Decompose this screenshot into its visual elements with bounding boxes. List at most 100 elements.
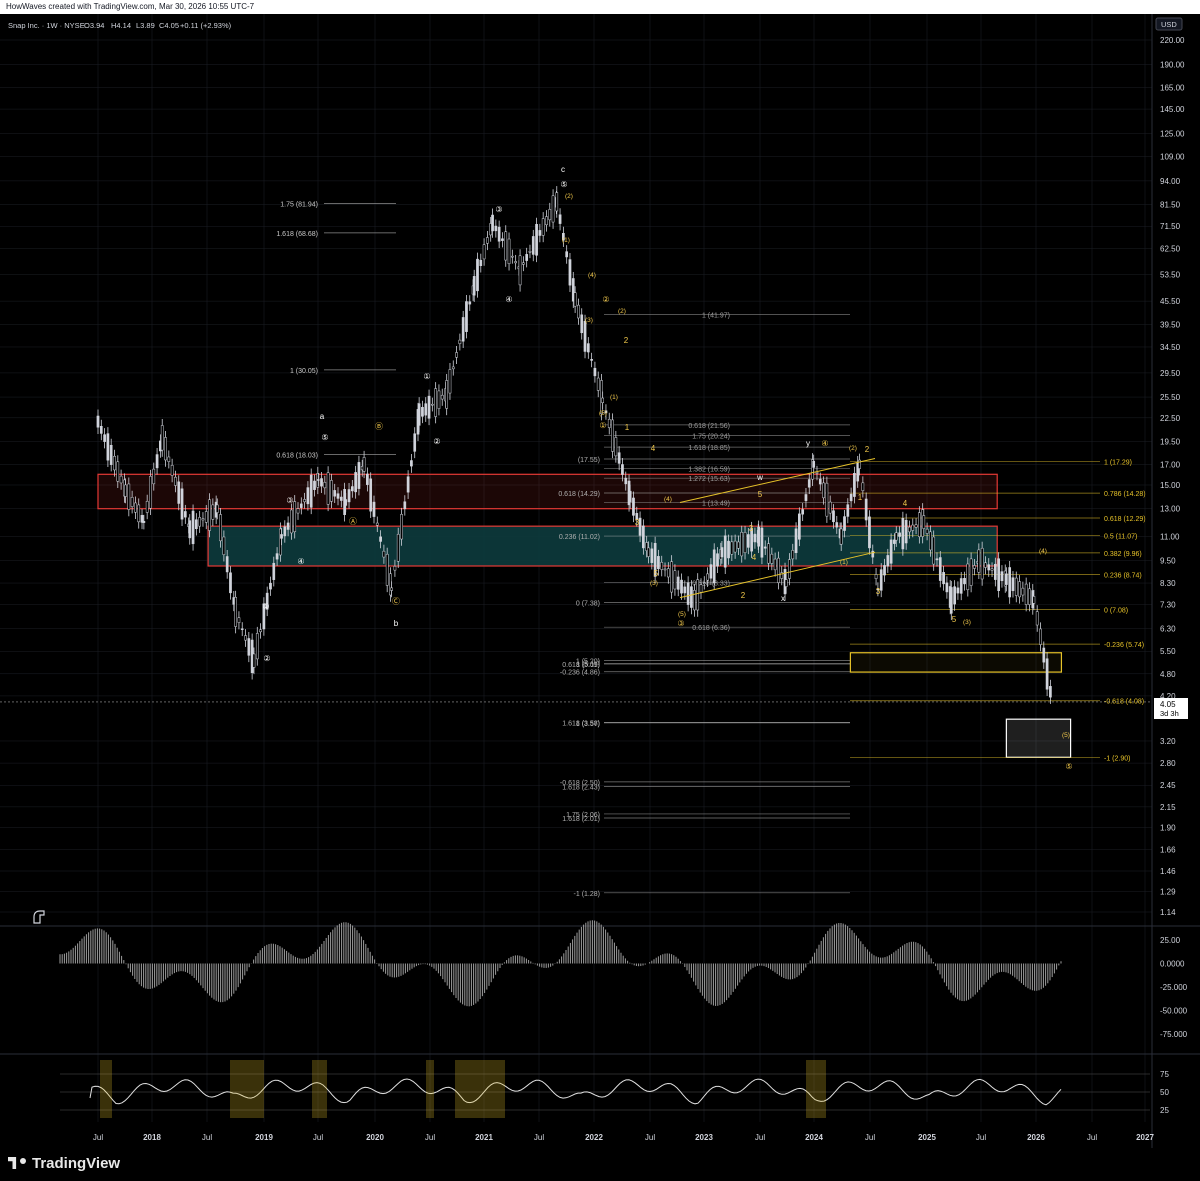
candle-body [130,497,134,507]
candle-body [259,629,262,633]
candle-body [586,343,590,353]
candle-body [879,569,883,591]
price-chart[interactable]: 1.75 (81.94) 1.618 (68.68) 1 (30.05) 0.618 … [0,14,1200,1148]
candle-body [763,546,767,549]
wave-label: (5) [1062,732,1070,739]
candle-body [255,633,259,660]
candle-body [993,563,997,580]
candle-body [807,479,811,488]
candle-body [183,511,187,518]
fib-label: 0.5 (11.07) [1104,533,1137,540]
time-tick: Jul [976,1133,986,1142]
candle-body [1049,686,1052,698]
tradingview-logo[interactable]: TradingView [8,1155,120,1172]
candle-body [760,527,764,558]
time-tick: 2019 [255,1133,273,1142]
candle-body [853,472,856,497]
candle-body [96,415,100,428]
candle-body [959,578,963,594]
candle-body [565,251,569,258]
candle-body [1014,577,1018,596]
candle-body [720,547,724,558]
candle-body [984,562,987,568]
price-tick: 190.00 [1160,60,1185,69]
time-tick: Jul [313,1133,323,1142]
fib-label: 1.382 (16.59) [688,466,730,473]
candle-body [676,576,680,590]
candle-body [195,519,198,529]
fib-label: 0.618 (14.29) [558,491,600,498]
time-tick: 2022 [585,1133,603,1142]
wave-label: (1) [840,559,848,566]
candle-body [1042,647,1046,663]
candle-body [757,526,760,547]
wave-label: (1) [562,237,570,244]
price-tick: 94.00 [1160,177,1181,186]
candle-body [699,584,703,593]
candle-body [127,483,131,510]
zone-yellow [849,652,1063,673]
price-tick: 13.00 [1160,505,1181,514]
fib-label: 1 (5.11) [576,661,600,668]
candle-body [286,522,290,530]
fib-label: 0.786 (14.28) [1104,491,1146,498]
time-tick: 2026 [1027,1133,1045,1142]
candle-body [743,532,747,553]
time-tick: 2023 [695,1133,713,1142]
wave-label: ⑤ [1065,762,1072,771]
candle-body [945,582,949,593]
candle-body [211,504,215,520]
candle-body [455,352,458,358]
price-tick: 11.00 [1160,532,1180,541]
fib-label: 1.618 (68.68) [276,231,318,238]
candle-body [846,504,850,517]
candle-body [486,237,489,244]
candle-body [709,564,713,579]
wave-label: 5 [654,569,659,578]
candle-body [333,490,337,497]
candle-body [969,558,973,586]
wave-label: (3) [650,580,658,587]
ohlc-close: C4.05 [159,21,179,30]
candle-body [222,536,226,555]
wave-label: (5) [599,410,607,417]
candle-body [901,518,905,550]
candle-body [990,568,994,571]
footer: TradingView [0,1148,1200,1181]
candle-body [174,476,177,486]
candle-body [889,539,893,564]
last-price-value: 4.05 [1160,700,1176,709]
candle-body [696,579,700,611]
fib-label: -0.236 (5.74) [1104,642,1144,649]
candle-body [548,209,552,221]
candle-body [580,314,584,334]
price-tick: 22.50 [1160,414,1181,423]
fib-label: 1.618 (18.85) [688,445,730,452]
candle-body [977,549,981,573]
wave-label: ① [423,372,430,381]
wave-label: 4 [651,444,656,453]
candle-body [1018,581,1021,598]
time-tick: 2020 [366,1133,384,1142]
candle-body [188,520,192,539]
candle-body [326,472,330,505]
fib-label: 1 (17.29) [1104,459,1132,466]
candle-body [642,525,645,549]
attribution-bar: HowWaves created with TradingView.com, M… [0,0,1200,14]
candle-body [393,566,397,571]
wave-label: ① [599,421,606,430]
candle-body [690,586,693,608]
candle-body [1045,658,1049,690]
candle-body [693,590,696,611]
candle-body [390,587,393,591]
price-tick: 109.00 [1160,152,1185,161]
candle-body [379,536,382,542]
candle-body [240,628,244,630]
candle-body [448,369,452,394]
candle-body [638,517,642,536]
wave-label: ② [602,295,609,304]
wave-label: ② [433,437,440,446]
candle-body [458,339,462,344]
osc2-band [100,1060,112,1118]
candle-body [683,586,687,594]
